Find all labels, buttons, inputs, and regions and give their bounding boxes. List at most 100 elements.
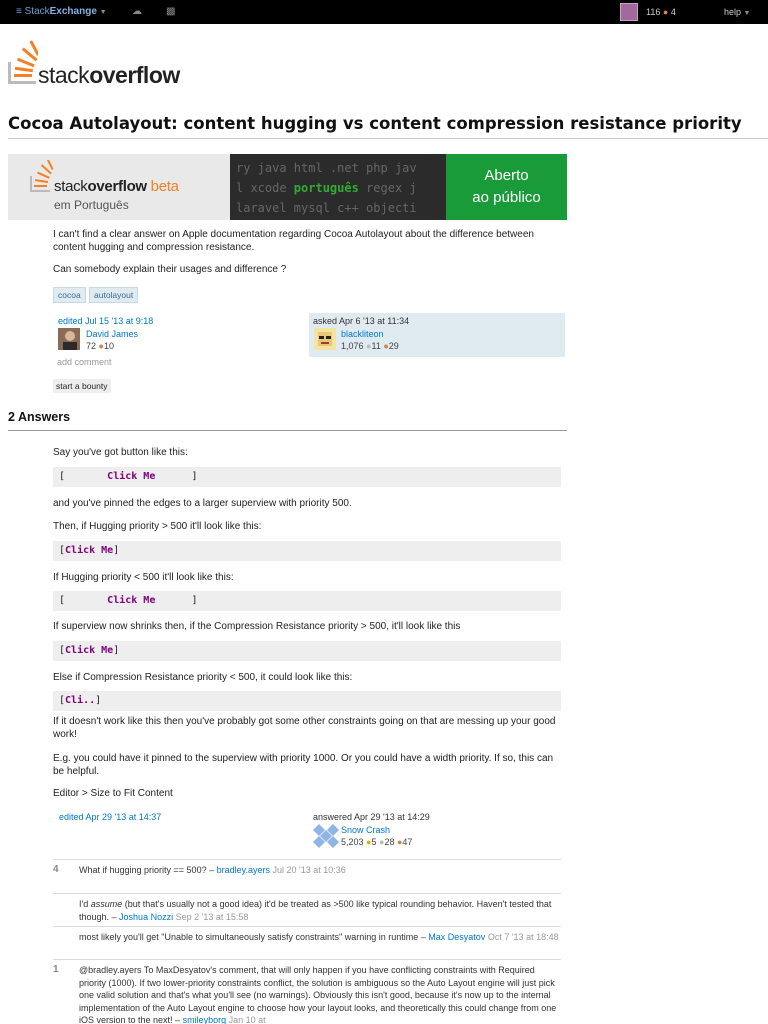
asker-name[interactable]: blackliteon (341, 328, 399, 340)
code-keyword: Click Me (107, 595, 156, 606)
answer-paragraph: If it doesn't work like this then you've… (53, 716, 556, 740)
comment-user[interactable]: Joshua Nozzi (119, 912, 173, 922)
user-photo-icon (58, 328, 80, 350)
answerer-name[interactable]: Snow Crash (341, 824, 412, 836)
code-text: ] (95, 695, 102, 706)
answerer-reputation-row: 5,203 ●5 ●28 ●47 (341, 836, 412, 848)
comment-body: @bradley.ayers To MaxDesyatov's comment,… (79, 965, 557, 1024)
help-menu[interactable]: help ▼ (724, 7, 750, 17)
logo-light: stack (38, 62, 90, 88)
add-comment-link[interactable]: add comment (57, 356, 112, 368)
answer-edited-link[interactable]: edited Apr 29 '13 at 14:37 (59, 811, 161, 823)
tag-autolayout[interactable]: autolayout (89, 287, 139, 303)
edited-link[interactable]: edited Jul 15 '13 at 9:18 (58, 315, 298, 327)
comment-date[interactable]: Jan 10 at (229, 1015, 266, 1024)
comment-text: What if hugging priority == 500? (79, 865, 207, 875)
top-bar: ≡ StackExchange ▼ ☁ ▩ 116 ● 4 help ▼ (0, 0, 768, 24)
identicon-icon (313, 824, 339, 848)
help-label: help (724, 7, 742, 17)
banner-word-bold: overflow (87, 178, 148, 195)
asker-bronze-count: 29 (388, 341, 399, 351)
comment: 4 What if hugging priority == 500? – bra… (53, 859, 561, 877)
stackoverflow-logo[interactable]: stackoverflow (8, 40, 208, 90)
stack-logo-icon (8, 40, 38, 84)
answer-paragraph: If superview now shrinks then, if the Co… (53, 621, 461, 632)
answer-paragraph: If Hugging priority < 500 it'll look lik… (53, 572, 234, 583)
avatar[interactable] (313, 824, 339, 848)
title-divider (8, 138, 768, 139)
question-paragraph: I can't find a clear answer on Apple doc… (53, 229, 534, 253)
answer-paragraph: Then, if Hugging priority > 500 it'll lo… (53, 521, 262, 532)
banner-word-light: stack (54, 178, 88, 195)
chevron-down-icon: ▼ (99, 9, 107, 16)
banner-cta-line: Aberto (484, 167, 529, 184)
tag-cloud-highlight: português (293, 181, 359, 195)
answered-label: answered Apr 29 '13 at 14:29 (313, 812, 430, 822)
editor-reputation: 72 (86, 341, 97, 351)
banner-subtitle: em Português (54, 198, 129, 212)
code-text: ] (113, 545, 120, 556)
banner-cta-line: ao público (472, 189, 541, 206)
logo-wordmark: stackoverflow (38, 62, 180, 89)
brand-bold: Exchange (49, 6, 97, 17)
chevron-down-icon: ▼ (743, 10, 751, 17)
ad-banner[interactable]: stackoverflow beta em Português ry java … (8, 154, 567, 220)
brand-light: Stack (24, 6, 50, 17)
comment: 1 @bradley.ayers To MaxDesyatov's commen… (53, 959, 561, 1024)
start-bounty-button[interactable]: start a bounty (53, 379, 111, 393)
tag-cocoa[interactable]: cocoa (53, 287, 86, 303)
editor-reputation-row: 72 ●10 (86, 340, 138, 352)
comment-date[interactable]: Sep 2 '13 at 15:58 (176, 912, 249, 922)
hamburger-icon: ≡ (16, 6, 22, 17)
answer-paragraph: Else if Compression Resistance priority … (53, 672, 353, 683)
comment-user[interactable]: smileyborg (183, 1015, 227, 1024)
avatar[interactable] (314, 328, 336, 350)
code-keyword: Cli.. (65, 695, 96, 706)
comment-votes[interactable]: 4 (53, 864, 73, 877)
asker-reputation: 1,076 (341, 341, 364, 351)
inbox-icon[interactable]: ☁ (132, 6, 142, 17)
asker-silver-count: 11 (371, 341, 381, 351)
answers-count-header: 2 Answers (8, 410, 71, 424)
editor-info: David James 72 ●10 (86, 328, 138, 352)
comment-votes[interactable]: 1 (53, 964, 73, 977)
avatar[interactable] (58, 328, 80, 350)
comment-user[interactable]: Max Desyatov (428, 932, 485, 942)
banner-cta[interactable]: Aberto ao público (446, 154, 567, 220)
code-text: ] (113, 645, 120, 656)
tag-cloud-line: ry java html .net php jav (236, 161, 417, 175)
code-block: [ Click Me ] (53, 591, 561, 611)
bronze-badge-icon: ● (662, 7, 669, 17)
user-avatar[interactable] (620, 3, 638, 21)
tag-cloud-text: regex j (358, 181, 417, 195)
answerer-bronze-count: 47 (402, 837, 413, 847)
answerer-reputation: 5,203 (341, 837, 364, 847)
comment: most likely you'll get "Unable to simult… (53, 926, 561, 944)
reputation-count: 116 (646, 7, 661, 17)
code-block: [Click Me] (53, 541, 561, 561)
answers-divider (8, 430, 567, 431)
question-title[interactable]: Cocoa Autolayout: content hugging vs con… (8, 114, 768, 133)
comment-date[interactable]: Jul 20 '13 at 10:36 (272, 865, 345, 875)
banner-beta: beta (150, 178, 179, 195)
answerer-silver-count: 28 (384, 837, 395, 847)
stackexchange-menu[interactable]: ≡ StackExchange ▼ (16, 6, 107, 17)
asker-reputation-row: 1,076 ●11 ●29 (341, 340, 399, 352)
achievements-icon[interactable]: ▩ (166, 6, 175, 17)
answerer-gold-count: 5 (371, 837, 377, 847)
comment-text: I'd (79, 899, 91, 909)
logo-bold: overflow (89, 62, 180, 88)
tag-cloud-text: l xcode (236, 181, 294, 195)
user-reputation[interactable]: 116 ● 4 (646, 7, 676, 17)
badge-count: 4 (670, 7, 676, 17)
answer-paragraph: E.g. you could have it pinned to the sup… (53, 753, 554, 777)
tag-cloud-line: laravel mysql c++ objecti (236, 201, 417, 215)
comment-body: What if hugging priority == 500? – bradl… (79, 865, 346, 875)
editor-name[interactable]: David James (86, 328, 138, 340)
code-block: [Click Me] (53, 641, 561, 661)
tag-cloud-line: l xcode português regex j (236, 178, 440, 198)
editor-bronze-count: 10 (103, 341, 114, 351)
comment-date[interactable]: Oct 7 '13 at 18:48 (488, 932, 559, 942)
comment-user[interactable]: bradley.ayers (217, 865, 270, 875)
code-keyword: Click Me (65, 545, 114, 556)
